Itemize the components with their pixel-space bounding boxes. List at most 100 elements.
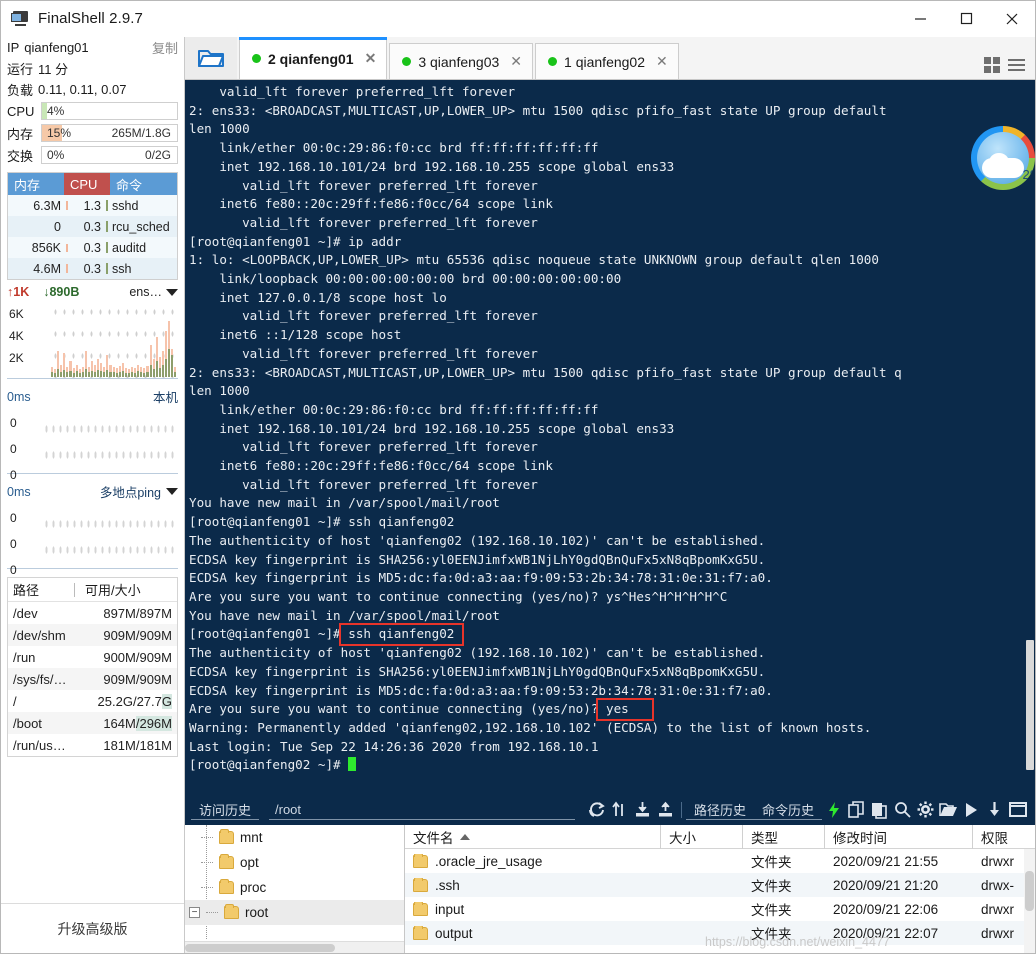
tree-item-proc[interactable]: proc bbox=[185, 875, 404, 900]
collapse-icon[interactable]: − bbox=[189, 907, 200, 918]
file-row[interactable]: input 文件夹 2020/09/21 22:06 drwxr bbox=[405, 897, 1035, 921]
col-header-available-size[interactable]: 可用/大小 bbox=[75, 580, 177, 599]
lping-y-2: 0 bbox=[10, 468, 17, 482]
hamburger-menu-icon[interactable] bbox=[1008, 59, 1025, 71]
weather-gauge-widget[interactable]: 29 bbox=[971, 126, 1035, 190]
tree-item-mnt[interactable]: mnt bbox=[185, 825, 404, 850]
tree-item-root[interactable]: − root bbox=[185, 900, 404, 925]
path-input[interactable]: /root bbox=[269, 799, 575, 820]
grid-view-icon[interactable] bbox=[984, 57, 1000, 73]
maximize-button[interactable] bbox=[943, 1, 989, 37]
tab-1[interactable]: 3 qianfeng03 ✕ bbox=[389, 43, 534, 79]
disk-row[interactable]: /sys/fs/… 909M/909M bbox=[8, 668, 177, 690]
col-header-command[interactable]: 命令 bbox=[110, 173, 177, 195]
file-row[interactable]: output 文件夹 2020/09/21 22:07 drwxr bbox=[405, 921, 1035, 945]
process-row[interactable]: 0 0.3 rcu_sched bbox=[8, 216, 177, 237]
upload-icon[interactable] bbox=[654, 799, 677, 821]
col-header-mtime[interactable]: 修改时间 bbox=[825, 824, 973, 849]
file-row[interactable]: .ssh 文件夹 2020/09/21 21:20 drwx- bbox=[405, 873, 1035, 897]
tree-horizontal-scrollbar[interactable] bbox=[185, 941, 404, 953]
tab-close-icon[interactable]: ✕ bbox=[656, 53, 668, 70]
lightning-icon[interactable] bbox=[822, 799, 845, 821]
window-icon[interactable] bbox=[1006, 799, 1029, 821]
network-interface-selector[interactable]: ens… bbox=[129, 285, 178, 299]
main-panel: 2 qianfeng01 ✕ 3 qianfeng03 ✕ 1 qianfeng02 ✕ … bbox=[185, 37, 1035, 953]
close-button[interactable] bbox=[989, 1, 1035, 37]
file-mtime: 2020/09/21 21:20 bbox=[833, 877, 939, 893]
gear-icon[interactable] bbox=[914, 799, 937, 821]
download-icon[interactable] bbox=[631, 799, 654, 821]
meter-bar: 15% 265M/1.8G bbox=[41, 124, 178, 142]
col-header-permissions[interactable]: 权限 bbox=[973, 825, 1035, 849]
app-icon bbox=[11, 11, 29, 26]
terminal-line: inet 127.0.0.1/8 scope host lo bbox=[189, 289, 447, 305]
search-icon[interactable] bbox=[891, 799, 914, 821]
minimize-button[interactable] bbox=[897, 1, 943, 37]
upgrade-button[interactable]: 升级高级版 bbox=[1, 903, 184, 953]
process-command: sshd bbox=[112, 198, 139, 213]
file-row[interactable]: .oracle_jre_usage 文件夹 2020/09/21 21:55 drwx… bbox=[405, 849, 1035, 873]
directory-tree[interactable]: mnt opt proc − root bbox=[185, 825, 405, 953]
paste-icon[interactable] bbox=[868, 799, 891, 821]
tab-close-icon[interactable]: ✕ bbox=[510, 53, 522, 70]
tree-item-label: proc bbox=[240, 880, 267, 895]
local-ping-latency: 0ms bbox=[7, 389, 31, 404]
terminal-scroll-thumb[interactable] bbox=[1026, 640, 1034, 770]
command-history-button[interactable]: 命令历史 bbox=[753, 799, 822, 820]
col-header-memory[interactable]: 内存 bbox=[8, 173, 64, 195]
refresh-icon[interactable] bbox=[585, 799, 608, 821]
disk-row[interactable]: / 25.2G/27.7G bbox=[8, 690, 177, 712]
tree-item-opt[interactable]: opt bbox=[185, 850, 404, 875]
disk-row[interactable]: /boot 164M/296M bbox=[8, 712, 177, 734]
process-row[interactable]: 4.6M 0.3 ssh bbox=[8, 258, 177, 279]
meter-bar: 0% 0/2G bbox=[41, 146, 178, 164]
multi-ping-selector[interactable]: 多地点ping bbox=[100, 482, 178, 501]
terminal-line: ECDSA key fingerprint is MD5:dc:fa:0d:a3… bbox=[189, 570, 773, 586]
folder-icon bbox=[413, 853, 428, 868]
copy-icon[interactable] bbox=[845, 799, 868, 821]
tab-close-icon[interactable]: ✕ bbox=[365, 50, 377, 67]
meter-detail: 265M/1.8G bbox=[111, 126, 171, 140]
local-ping-section: 0ms 本机 0 0 0 bbox=[7, 387, 178, 482]
file-name-cell: input bbox=[405, 901, 661, 917]
file-list-scrollbar[interactable] bbox=[1024, 849, 1035, 953]
process-row[interactable]: 856K 0.3 auditd bbox=[8, 237, 177, 258]
terminal-line: len 1000 bbox=[189, 383, 250, 399]
terminal-area[interactable]: valid_lft forever preferred_lft forever 2… bbox=[185, 80, 1035, 794]
copy-button[interactable]: 复制 bbox=[152, 38, 178, 57]
network-stats-header: ↑1K ↓890B ens… bbox=[1, 280, 184, 301]
terminal-line: [root@qianfeng01 ~]# ssh qianfeng02 bbox=[189, 514, 455, 530]
terminal-scrollbar[interactable] bbox=[1025, 80, 1035, 794]
meter-percent: 4% bbox=[47, 104, 65, 118]
tree-connector bbox=[201, 862, 213, 863]
col-header-path[interactable]: 路径 bbox=[8, 580, 74, 599]
disk-row[interactable]: /run/us… 181M/181M bbox=[8, 734, 177, 756]
terminal-output[interactable]: valid_lft forever preferred_lft forever 2… bbox=[185, 80, 1025, 794]
disk-row[interactable]: /dev 897M/897M bbox=[8, 602, 177, 624]
col-header-type[interactable]: 类型 bbox=[743, 824, 825, 849]
terminal-prompt-line[interactable]: [root@qianfeng02 ~]# bbox=[189, 756, 1025, 775]
col-header-filename[interactable]: 文件名 bbox=[405, 824, 661, 849]
upload-arrow-icon[interactable] bbox=[608, 799, 631, 821]
file-list[interactable]: 文件名 大小 类型 修改时间 权限 .oracle_jre_usage 文件夹 20… bbox=[405, 824, 1035, 953]
col-header-size[interactable]: 大小 bbox=[661, 824, 743, 849]
tab-0[interactable]: 2 qianfeng01 ✕ bbox=[239, 37, 388, 79]
process-row[interactable]: 6.3M 1.3 sshd bbox=[8, 195, 177, 216]
gauge-temperature: 29 bbox=[1022, 167, 1035, 182]
terminal-line: valid_lft forever preferred_lft forever bbox=[189, 476, 538, 492]
mping-y-0: 0 bbox=[10, 511, 17, 525]
access-history-button[interactable]: 访问历史 bbox=[191, 799, 260, 820]
folder-icon[interactable] bbox=[937, 799, 960, 821]
process-cpu: 1.3 bbox=[83, 198, 101, 213]
tab-2[interactable]: 1 qianfeng02 ✕ bbox=[535, 43, 679, 79]
open-folder-button[interactable] bbox=[185, 37, 237, 79]
play-icon[interactable] bbox=[960, 799, 983, 821]
ip-row: IP qianfeng01 复制 bbox=[1, 37, 184, 58]
disk-row[interactable]: /dev/shm 909M/909M bbox=[8, 624, 177, 646]
terminal-line: inet6 fe80::20c:29ff:fe86:f0cc/64 scope … bbox=[189, 196, 553, 212]
path-history-button[interactable]: 路径历史 bbox=[685, 799, 754, 820]
disk-row[interactable]: /run 900M/909M bbox=[8, 646, 177, 668]
col-header-cpu[interactable]: CPU bbox=[64, 173, 110, 195]
download-arrow-icon[interactable] bbox=[983, 799, 1006, 821]
file-rows: .oracle_jre_usage 文件夹 2020/09/21 21:55 drwx… bbox=[405, 849, 1035, 945]
